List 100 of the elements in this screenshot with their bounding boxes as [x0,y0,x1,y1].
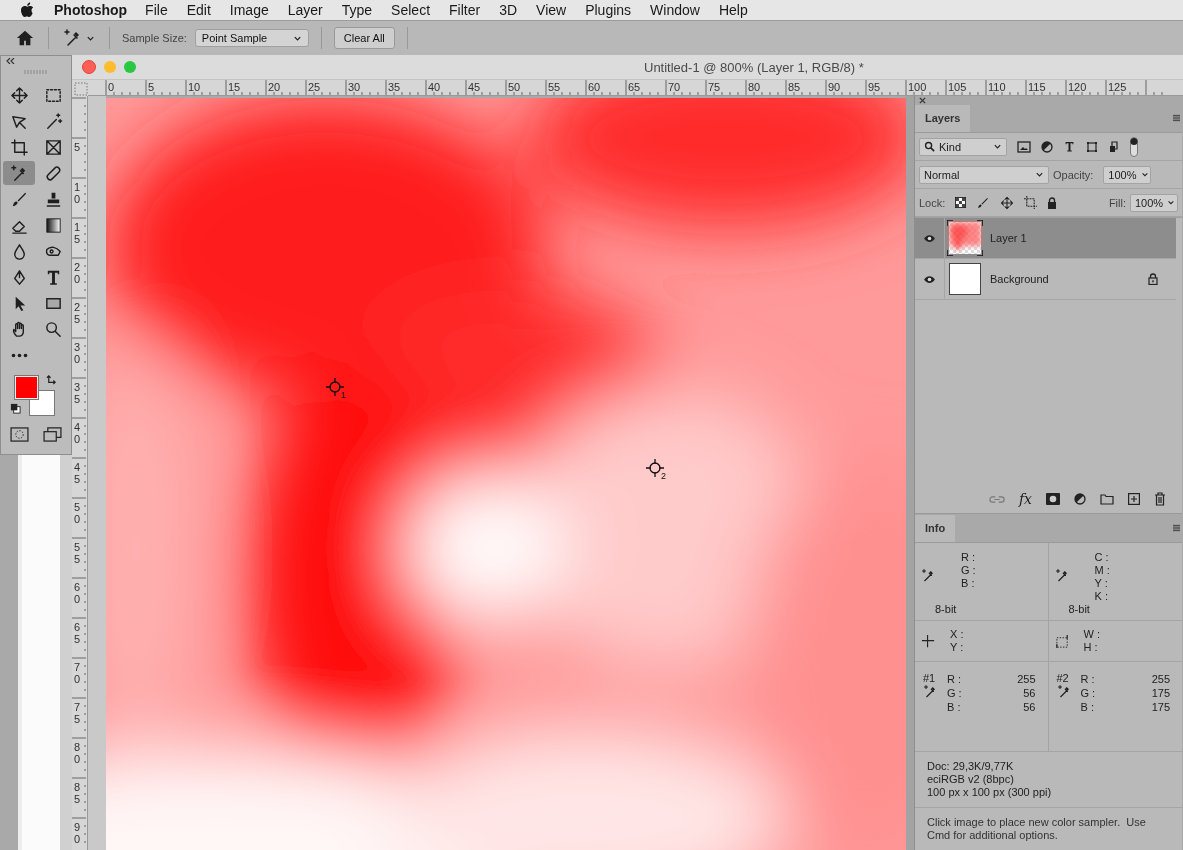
adjustment-filter-icon[interactable] [1041,140,1053,153]
default-colors-icon[interactable] [10,403,21,414]
clear-all-button[interactable]: Clear All [333,27,395,49]
lock-transparency-icon[interactable] [955,197,967,208]
color-sampler-icon[interactable] [645,458,665,478]
ruler-label: 5 [148,81,155,93]
eye-icon[interactable] [923,233,936,243]
app-menu[interactable]: Photoshop [54,2,128,18]
coordinate-label: H : [1083,641,1099,654]
menu-item[interactable]: File [145,2,168,18]
ruler-label: 95 [868,81,881,93]
swap-icon[interactable] [46,375,57,386]
menu-item[interactable]: Filter [449,2,481,18]
blend-mode-dropdown[interactable]: Normal [919,165,1049,184]
quick-mask-icon[interactable] [10,427,29,442]
layer-thumbnail [949,263,981,295]
ruler-label: 10 [74,181,82,206]
selection-size-icon[interactable] [1054,633,1070,649]
sampler-id: #2 [1056,672,1070,684]
menu-item[interactable]: Help [718,2,748,18]
new-layer-icon[interactable] [1128,493,1140,505]
channel-label: K : [1094,590,1109,603]
layers-tab[interactable]: Layers [915,105,971,132]
panel-menu-icon[interactable] [1173,524,1180,532]
menu-item[interactable]: 3D [499,2,518,18]
menu-item[interactable]: Type [341,2,373,18]
caret-icon [1035,170,1044,179]
menu-item[interactable]: Image [229,2,269,18]
move-icon [9,85,29,105]
document-info: Doc: 29,3K/9,77K [927,760,1015,773]
more-icon [10,352,28,358]
ruler-label: 35 [74,381,82,406]
channel-label: R : [1080,672,1095,686]
menu-item[interactable]: View [536,2,567,18]
eyedropper-icon[interactable] [1056,684,1072,699]
channel-value: 255 [1151,672,1170,686]
screen-mode-icon[interactable] [43,427,62,442]
artboard-icon[interactable] [1024,196,1038,209]
channel-label: B : [961,577,976,590]
info-tab[interactable]: Info [915,515,956,542]
ruler-label: 70 [74,661,82,686]
fx-button[interactable]: fx [1018,491,1032,507]
mask-icon[interactable] [1046,493,1060,505]
filter-toggle[interactable] [1130,136,1138,157]
ruler-label: 70 [668,81,681,93]
fill-field[interactable]: 100% [1130,193,1178,212]
panel-menu-icon[interactable] [1173,114,1180,122]
color-sampler-icon[interactable] [325,377,345,397]
ruler-label: 25 [308,81,321,93]
image-filter-icon[interactable] [1017,140,1031,153]
coordinate-label: X : [950,628,964,641]
close-icon[interactable] [919,96,926,104]
ruler-label: 20 [74,261,82,286]
layer-row[interactable]: Background [915,259,1176,300]
layer-row[interactable]: Layer 1 [915,218,1176,259]
folder-icon[interactable] [1100,493,1114,505]
menu-item[interactable]: Select [391,2,431,18]
collapse-icon[interactable] [6,58,16,64]
caret-icon [993,142,1002,151]
color-swatches-drawing[interactable] [14,375,56,417]
ruler-label: 5 [74,141,82,154]
ruler-label: 115 [1028,81,1046,93]
hint-text: Click image to place new color sampler. Use Cmd for additional options. [927,816,1147,841]
smart-object-filter-icon[interactable] [1108,140,1120,153]
adjustment-icon[interactable] [1074,493,1086,505]
move-icon[interactable] [1000,195,1015,210]
document-title: Untitled-1 @ 800% (Layer 1, RGB/8) * [644,59,864,75]
bandage-icon [43,163,63,183]
opacity-label: Opacity: [1053,168,1094,181]
menu-item[interactable]: Window [650,2,700,18]
type-filter-icon[interactable] [1063,140,1076,153]
tool-button[interactable] [3,161,35,185]
channel-label: G : [961,564,977,577]
eyedropper-icon[interactable] [921,568,936,583]
sample-size-dropdown[interactable]: Point Sample [194,29,309,47]
shape-filter-icon[interactable] [1086,140,1098,153]
ruler-label: 25 [74,301,82,326]
document-info: 100 px x 100 px (300 ppi) [927,786,1053,799]
menu-item[interactable]: Edit [186,2,211,18]
sample-size-label: Sample Size: [122,32,187,44]
lock-icon[interactable] [1047,196,1058,209]
menu-item[interactable]: Layer [287,2,323,18]
eye-icon[interactable] [923,274,936,284]
eyedropper-icon[interactable] [923,684,938,699]
eyedropper-icon[interactable] [1054,568,1070,583]
ruler-label: 30 [348,81,361,93]
ruler-label: 90 [828,81,841,93]
channel-label: B : [947,700,961,714]
apple-logo-icon[interactable] [20,2,34,18]
opacity-field[interactable]: 100% [1103,165,1152,184]
filter-dropdown[interactable]: Kind [919,137,1007,156]
brush-icon[interactable] [976,195,991,210]
crosshair-icon[interactable] [921,633,936,649]
close-button[interactable] [82,60,96,74]
coordinate-label: Y : [950,641,964,654]
trash-icon[interactable] [1154,492,1166,506]
frame-icon [43,137,63,157]
channel-label: Y : [1094,577,1109,590]
menu-item[interactable]: Plugins [585,2,632,18]
gradient-icon [43,215,63,235]
